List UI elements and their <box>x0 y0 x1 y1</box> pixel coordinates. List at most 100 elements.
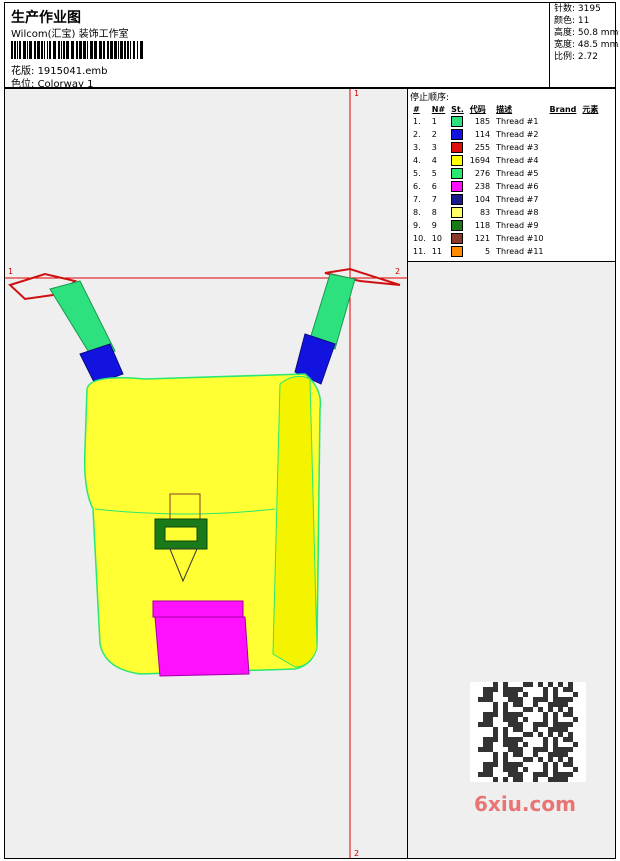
barcode-bar <box>127 41 129 59</box>
qr-module <box>548 702 553 707</box>
row-stitches: 118 <box>474 221 491 230</box>
barcode <box>11 41 143 59</box>
row-description: Thread #7 <box>496 195 539 204</box>
barcode-bar <box>76 41 78 59</box>
qr-module <box>503 712 508 717</box>
qr-module <box>488 722 493 727</box>
barcode-bar <box>118 41 119 59</box>
stat-row: 高度: 50.8 mm <box>550 27 618 39</box>
qr-module <box>568 722 573 727</box>
qr-module <box>568 732 573 737</box>
qr-module <box>508 762 513 767</box>
qr-module <box>488 717 493 722</box>
sequence-title: 停止顺序: <box>410 93 450 103</box>
row-stitches: 83 <box>479 208 491 217</box>
table-row: 7. 7 104 Thread #7 <box>410 193 601 206</box>
qr-module <box>528 732 533 737</box>
qr-module <box>553 712 558 717</box>
page-title: 生产作业图 <box>11 10 81 26</box>
qr-module <box>533 777 538 782</box>
row-color-cell <box>448 232 467 245</box>
barcode-bar <box>19 41 21 59</box>
qr-module <box>518 752 523 757</box>
qr-module <box>483 692 488 697</box>
qr-module <box>568 772 573 777</box>
row-description: Thread #9 <box>496 221 539 230</box>
row-description: Thread #11 <box>496 247 544 256</box>
row-index: 4. <box>413 156 421 165</box>
row-stitches: 255 <box>474 143 491 152</box>
qr-module <box>558 757 563 762</box>
qr-module <box>508 692 513 697</box>
row-stitches: 5 <box>485 247 491 256</box>
qr-module <box>488 772 493 777</box>
qr-module <box>533 772 538 777</box>
stat-row: 针数: 3195 <box>550 3 618 15</box>
qr-module <box>563 747 568 752</box>
row-description: Thread #10 <box>496 234 544 243</box>
stat-label: 颜色: <box>554 16 576 26</box>
row-color-cell <box>448 193 467 206</box>
qr-module <box>558 702 563 707</box>
barcode-bar <box>34 41 36 59</box>
color-swatch <box>451 207 464 218</box>
qr-module <box>523 732 528 737</box>
barcode-bar <box>99 41 102 59</box>
qr-module <box>523 692 528 697</box>
stat-label: 宽度: <box>554 40 576 50</box>
color-swatch <box>451 181 464 192</box>
qr-module <box>543 772 548 777</box>
qr-module <box>503 692 508 697</box>
qr-module <box>548 752 553 757</box>
buckle-hole <box>164 526 198 542</box>
color-swatch <box>451 129 464 140</box>
qr-module <box>478 697 483 702</box>
row-description: Thread #2 <box>496 130 539 139</box>
qr-module <box>538 732 543 737</box>
barcode-bar <box>14 41 16 59</box>
qr-module <box>488 697 493 702</box>
qr-module <box>518 737 523 742</box>
qr-module <box>503 707 508 712</box>
barcode-bar <box>120 41 123 59</box>
qr-module <box>513 687 518 692</box>
color-swatch <box>451 194 464 205</box>
barcode-bar <box>41 41 43 59</box>
row-needle: 11 <box>431 247 442 256</box>
row-element <box>579 141 601 154</box>
qr-module <box>568 762 573 767</box>
qr-module <box>513 692 518 697</box>
qr-module <box>493 707 498 712</box>
qr-module <box>508 697 513 702</box>
table-row: 6. 6 238 Thread #6 <box>410 180 601 193</box>
qr-module <box>523 682 528 687</box>
row-brand <box>547 141 580 154</box>
row-description: Thread #3 <box>496 143 539 152</box>
barcode-bar <box>140 41 143 59</box>
column-header: 描述 <box>496 105 513 114</box>
qr-module <box>478 747 483 752</box>
axis-label-top: 1 <box>354 89 360 98</box>
barcode-bar <box>27 41 28 59</box>
qr-module <box>503 737 508 742</box>
row-stitches: 185 <box>474 117 491 126</box>
qr-module <box>538 707 543 712</box>
qr-module <box>538 757 543 762</box>
qr-module <box>548 757 553 762</box>
qr-module <box>488 712 493 717</box>
qr-module <box>503 767 508 772</box>
color-swatch <box>451 220 464 231</box>
row-color-cell <box>448 180 467 193</box>
qr-module <box>558 752 563 757</box>
table-row: 2. 2 114 Thread #2 <box>410 128 601 141</box>
row-description: Thread #4 <box>496 156 539 165</box>
qr-module <box>478 722 483 727</box>
stat-value: 11 <box>575 16 590 26</box>
barcode-bar <box>23 41 26 59</box>
barcode-bar <box>58 41 60 59</box>
qr-module <box>508 737 513 742</box>
row-element <box>579 180 601 193</box>
qr-module <box>508 742 513 747</box>
row-index: 11. <box>413 247 426 256</box>
qr-module <box>553 767 558 772</box>
